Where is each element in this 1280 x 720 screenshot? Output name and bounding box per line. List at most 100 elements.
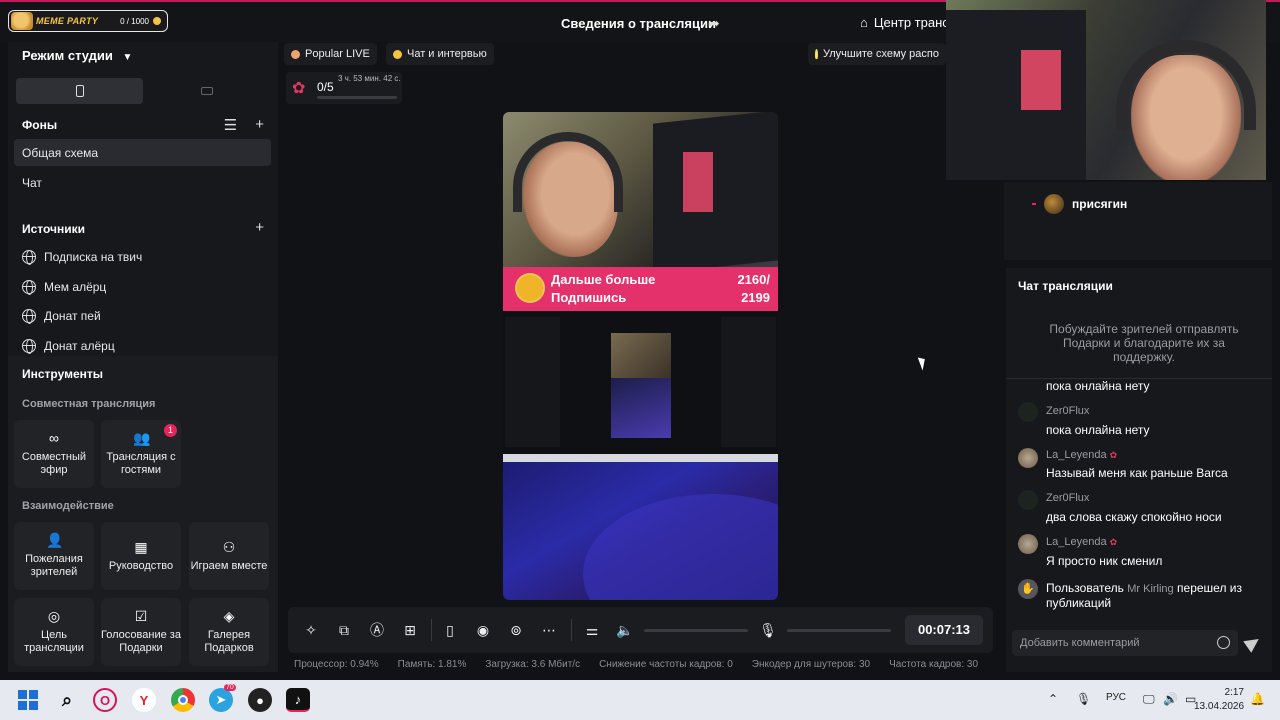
add-screen-icon[interactable]: ⊞ <box>401 621 419 639</box>
chat-username[interactable]: Zer0Flux <box>1046 492 1089 504</box>
viewer-item[interactable]: присягин <box>1032 194 1127 214</box>
chat-username[interactable]: La_Leyenda ✿ <box>1046 449 1117 461</box>
tools-title: Инструменты <box>22 367 104 381</box>
source-item[interactable]: Донат алёрц <box>22 339 115 354</box>
phone-icon[interactable]: ▯ <box>441 621 459 639</box>
banner-line-1: Дальше больше <box>551 272 656 287</box>
chip-label: Popular LIVE <box>305 48 370 60</box>
screen-capture <box>503 311 778 454</box>
landscape-mode-button[interactable] <box>143 78 270 104</box>
background-monitor <box>653 112 778 274</box>
avatar <box>1018 490 1038 510</box>
meme-party-widget[interactable]: MEME PARTY 0 / 1000 <box>8 10 168 32</box>
joint-live-tile[interactable]: ∞ Совместный эфир <box>14 420 94 488</box>
source-label: Донат пей <box>44 309 101 323</box>
filter-icon[interactable]: ⧉ <box>335 621 353 639</box>
search-icon[interactable]: ⌕ <box>55 688 79 712</box>
guests-stream-tile[interactable]: 👥 Трансляция с гостями 1 <box>101 420 181 488</box>
chat-username[interactable]: La_Leyenda ✿ <box>1046 536 1117 548</box>
yandex-icon[interactable]: Y <box>132 688 156 712</box>
list-icon[interactable]: ☰ <box>224 116 237 134</box>
source-item[interactable]: Мем алёрц <box>22 280 106 295</box>
stream-preview[interactable]: Дальше больше Подпишись 2160/ 2199 <box>503 112 778 600</box>
landscape-icon <box>200 87 213 95</box>
telegram-badge: 70 <box>224 684 236 691</box>
encoder-stat: Энкодер для шутеров: 30 <box>751 659 871 670</box>
headset <box>513 132 623 212</box>
camera-effects-icon[interactable]: ⊚ <box>507 621 525 639</box>
stream-goal-tile[interactable]: ◎ Цель трансляции <box>14 598 94 666</box>
chat-username[interactable]: Zer0Flux <box>1046 405 1089 417</box>
cpu-stat: Процессор: 0.94% <box>294 659 379 670</box>
share-icon[interactable]: ➦ <box>708 15 724 31</box>
banner-line-2: Подпишись <box>551 290 627 305</box>
gift-goal-widget[interactable]: ✿ 0/5 3 ч. 53 мин. 42 с. <box>286 72 402 104</box>
record-icon[interactable]: ◉ <box>474 621 492 639</box>
speaker-icon[interactable]: 🔈 <box>616 621 634 639</box>
chat-interview-chip[interactable]: Чат и интервью <box>386 43 494 65</box>
improve-layout-chip[interactable]: Улучшите схему распо <box>808 43 946 65</box>
viewer-wishes-tile[interactable]: 👤 Пожелания зрителей <box>14 522 94 590</box>
nested-desktop <box>611 378 671 438</box>
magic-wand-icon[interactable]: ✧ <box>302 621 320 639</box>
popular-live-chip[interactable]: Popular LIVE <box>284 43 377 65</box>
sources-title: Источники <box>22 222 86 236</box>
meme-party-logo-text: MEME PARTY <box>36 16 99 26</box>
chat-hint: Побуждайте зрителей отправлять Подарки и… <box>1049 322 1239 364</box>
tile-label: Цель трансляции <box>24 629 84 654</box>
tray-chevron-icon[interactable]: ⌃ <box>1048 692 1058 706</box>
chat-divider <box>1006 378 1272 379</box>
ai-icon[interactable]: Ⓐ <box>368 621 386 639</box>
notification-bell-icon[interactable]: 🔔 <box>1250 692 1265 706</box>
telegram-icon[interactable]: ➤ <box>209 688 233 712</box>
checkbox-icon: ☑ <box>134 608 148 624</box>
chat-message: Называй меня как раньше Barca <box>1046 466 1228 480</box>
gift-gallery-tile[interactable]: ◈ Галерея Подарков <box>189 598 269 666</box>
notification-badge: 1 <box>164 424 177 437</box>
wishes-icon: 👤 <box>46 532 64 548</box>
emoji-icon[interactable] <box>1217 636 1230 649</box>
add-icon[interactable]: + <box>255 116 264 134</box>
stream-info-title[interactable]: Сведения о трансляции <box>561 16 716 31</box>
system-clock[interactable]: 2:17 13.04.2026 <box>1194 686 1244 714</box>
chip-label: Чат и интервью <box>407 48 487 60</box>
windows-start-icon[interactable] <box>18 690 38 710</box>
background-item[interactable]: Чат <box>14 169 271 196</box>
chrome-icon[interactable] <box>171 688 195 712</box>
center-button[interactable]: ⌂ Центр транс <box>860 15 949 30</box>
source-item[interactable]: Подписка на твич <box>22 250 142 265</box>
opera-icon[interactable]: O <box>93 688 117 712</box>
play-together-tile[interactable]: ⚇ Играем вместе <box>189 522 269 590</box>
doge-icon <box>11 12 33 30</box>
rank-marker <box>1032 203 1036 205</box>
viewer-name: присягин <box>1072 197 1128 211</box>
microphone-icon[interactable]: 🎙 <box>759 621 777 639</box>
orientation-toggle <box>16 78 270 104</box>
upload-stat: Загрузка: 3.6 Мбит/с <box>485 659 581 670</box>
app-icon[interactable]: ● <box>248 688 272 712</box>
avatar <box>1018 402 1038 422</box>
studio-mode-dropdown[interactable]: Режим студии ▼ <box>22 48 132 63</box>
goal-timer: 3 ч. 53 мин. 42 с. <box>338 74 401 83</box>
webcam-overlay <box>946 0 1266 180</box>
source-item[interactable]: Донат пей <box>22 309 101 324</box>
portrait-mode-button[interactable] <box>16 78 143 104</box>
mouse-cursor <box>917 355 929 371</box>
language-indicator[interactable]: РУС <box>1106 692 1126 703</box>
mic-slider[interactable] <box>787 629 891 632</box>
volume-tray-icon[interactable]: 🔊 <box>1163 692 1178 706</box>
gift-vote-tile[interactable]: ☑ Голосование за Подарки <box>101 598 181 666</box>
system-user[interactable]: Mr Kirling <box>1127 583 1173 595</box>
tiktok-live-studio-icon[interactable]: ♪ <box>286 688 310 712</box>
settings-sliders-icon[interactable]: ⚌ <box>583 621 601 639</box>
username-text: La_Leyenda <box>1046 536 1107 548</box>
add-icon[interactable]: + <box>255 219 264 236</box>
network-icon[interactable]: 🖵 <box>1143 692 1155 707</box>
background-item[interactable]: Общая схема <box>14 139 271 166</box>
more-icon[interactable]: ⋯ <box>540 621 558 639</box>
comment-input[interactable]: Добавить комментарий <box>1012 630 1238 656</box>
webcam-monitor-screen <box>1021 50 1061 110</box>
microphone-tray-icon[interactable]: 🎙 <box>1076 692 1091 706</box>
guide-tile[interactable]: ▦ Руководство <box>101 522 181 590</box>
volume-slider[interactable] <box>644 629 748 632</box>
